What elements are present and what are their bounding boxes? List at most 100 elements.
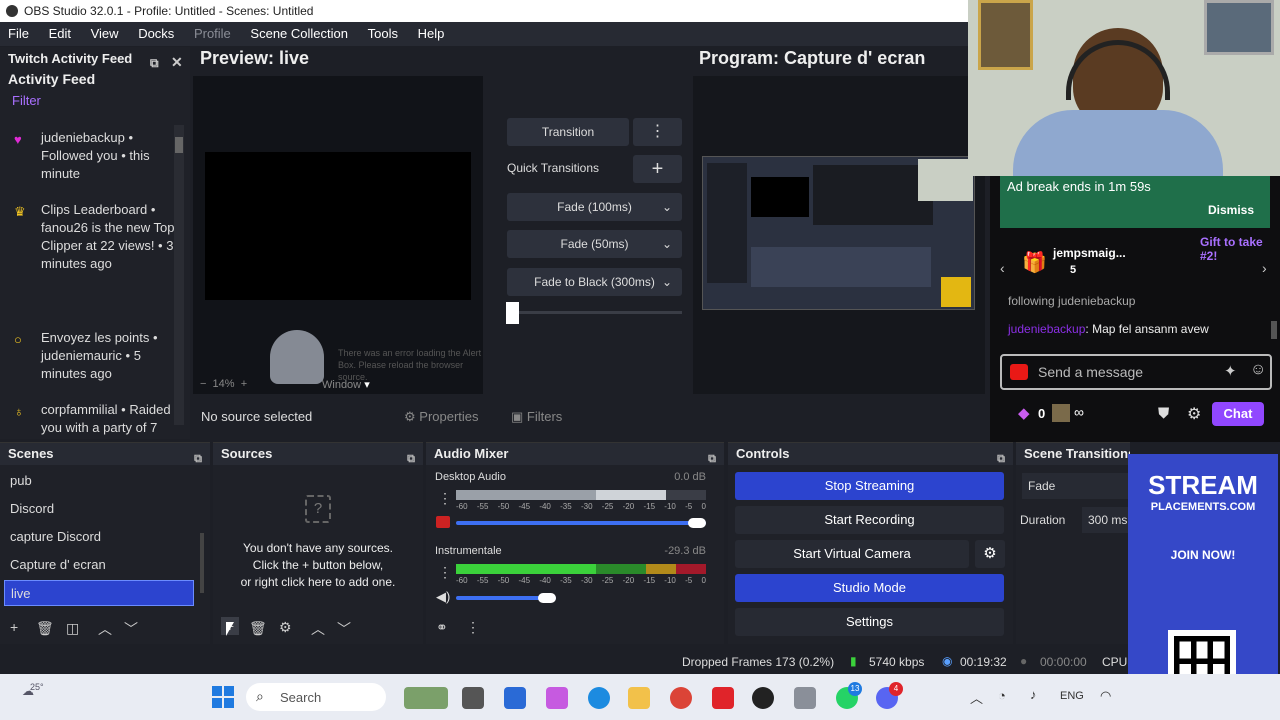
notification-badge: 13: [848, 682, 862, 696]
anydesk-icon[interactable]: [712, 687, 734, 709]
scene-item[interactable]: capture Discord: [4, 524, 194, 550]
scene-item[interactable]: pub: [4, 468, 194, 494]
menu-tools[interactable]: Tools: [360, 22, 406, 46]
mixer-settings-icon[interactable]: ⚭: [436, 619, 448, 636]
network-icon[interactable]: ◔: [998, 688, 1006, 703]
microphone-icon[interactable]: ♪: [1030, 687, 1037, 702]
shield-icon[interactable]: ⛊: [1158, 405, 1169, 422]
chat-scrollbar[interactable]: [1271, 321, 1277, 339]
menu-docks[interactable]: Docks: [130, 22, 182, 46]
transition-select[interactable]: Fade: [1022, 473, 1130, 499]
gift-user[interactable]: jempsmaig...: [1053, 246, 1126, 260]
menu-scene-collection[interactable]: Scene Collection: [242, 22, 356, 46]
scene-item[interactable]: Discord: [4, 496, 194, 522]
scenes-header: Scenes ⧉: [0, 443, 210, 465]
app-icon[interactable]: [794, 687, 816, 709]
chevron-down-icon[interactable]: ﹀: [124, 619, 138, 639]
chat-button[interactable]: Chat: [1212, 402, 1264, 426]
menu-help[interactable]: Help: [410, 22, 453, 46]
gear-icon[interactable]: ⚙: [1187, 404, 1201, 424]
start-virtual-camera-button[interactable]: Start Virtual Camera: [735, 540, 969, 568]
volume-slider-handle[interactable]: [538, 593, 556, 603]
taskbar-search[interactable]: ⌕ Search: [246, 683, 386, 711]
transition-button[interactable]: Transition: [507, 118, 629, 146]
emoji-icon[interactable]: ☺: [1250, 361, 1266, 379]
sparkle-icon[interactable]: ✦: [1224, 362, 1237, 380]
close-icon[interactable]: ✕: [171, 50, 183, 74]
edge-icon[interactable]: [588, 687, 610, 709]
scene-item[interactable]: Capture d' ecran: [4, 552, 194, 578]
start-recording-button[interactable]: Start Recording: [735, 506, 1004, 534]
file-explorer-icon[interactable]: [628, 687, 650, 709]
volume-slider[interactable]: [456, 521, 706, 525]
duration-field[interactable]: 300 ms: [1082, 507, 1130, 533]
copilot-icon[interactable]: [546, 687, 568, 709]
channel-menu-icon[interactable]: ⋮: [438, 490, 452, 507]
quick-transition-2[interactable]: Fade (50ms) ⌄: [507, 230, 682, 258]
scene-item-selected[interactable]: live: [4, 580, 194, 606]
more-menu-icon[interactable]: ⋮: [466, 619, 480, 636]
preview-source-area[interactable]: [205, 152, 471, 300]
scene-transitions-header: Scene Transitions: [1016, 443, 1130, 465]
dismiss-button[interactable]: Dismiss: [1208, 203, 1254, 217]
menu-view[interactable]: View: [83, 22, 127, 46]
channel-menu-icon[interactable]: ⋮: [438, 564, 452, 581]
popout-icon[interactable]: ⧉: [194, 448, 202, 470]
stop-streaming-button[interactable]: Stop Streaming: [735, 472, 1004, 500]
tbar-handle[interactable]: [506, 302, 519, 324]
add-scene-icon[interactable]: +: [10, 619, 18, 635]
gear-icon[interactable]: ⚙: [279, 619, 292, 636]
trash-icon[interactable]: 🗑: [36, 620, 54, 637]
channel-points-icon[interactable]: ◆: [1018, 404, 1030, 422]
menu-profile[interactable]: Profile: [186, 22, 239, 46]
mute-speaker-icon[interactable]: [436, 516, 450, 528]
more-menu-icon[interactable]: ⋮: [633, 118, 682, 146]
menu-file[interactable]: File: [0, 22, 37, 46]
widgets-icon[interactable]: [404, 687, 448, 709]
menu-edit[interactable]: Edit: [41, 22, 79, 46]
wifi-icon[interactable]: ◠: [1100, 688, 1111, 704]
add-transition-button[interactable]: +: [633, 155, 682, 183]
obs-icon[interactable]: [752, 687, 774, 709]
chevron-down-icon[interactable]: ﹀: [337, 619, 351, 639]
filters-button[interactable]: ▣ Filters: [511, 409, 562, 425]
gift-promo[interactable]: Gift to take #2!: [1200, 235, 1264, 263]
filter-link[interactable]: Filter: [0, 87, 190, 108]
record-time: 00:00:00: [1040, 655, 1087, 669]
speaker-icon[interactable]: ◀): [436, 589, 450, 605]
task-view-icon[interactable]: [462, 687, 484, 709]
filter-icon[interactable]: ◫: [66, 620, 79, 637]
language-indicator[interactable]: ENG: [1060, 690, 1084, 702]
gear-icon[interactable]: ⚙: [975, 540, 1005, 568]
circle-icon: ○: [14, 332, 22, 347]
activity-feed-subheader: Activity Feed: [8, 71, 96, 87]
chevron-up-icon[interactable]: ︿: [311, 619, 325, 639]
chrome-icon[interactable]: [670, 687, 692, 709]
message-input[interactable]: Send a message ✦ ☺: [1000, 354, 1272, 390]
chevron-down-icon: ⌄: [661, 200, 672, 214]
popout-icon[interactable]: ⧉: [150, 51, 159, 75]
volume-slider-handle[interactable]: [688, 518, 706, 528]
windows-start-icon[interactable]: [212, 686, 234, 708]
settings-button[interactable]: Settings: [735, 608, 1004, 636]
quick-transition-3[interactable]: Fade to Black (300ms) ⌄: [507, 268, 682, 296]
chevron-up-icon[interactable]: ︿: [98, 619, 112, 639]
popout-icon[interactable]: ⧉: [997, 448, 1005, 470]
window-title: OBS Studio 32.0.1 - Profile: Untitled - …: [24, 4, 314, 18]
scrollbar-thumb[interactable]: [175, 137, 183, 153]
store-icon[interactable]: [504, 687, 526, 709]
studio-mode-button[interactable]: Studio Mode: [735, 574, 1004, 602]
popout-icon[interactable]: ⧉: [407, 448, 415, 470]
popout-icon[interactable]: ⧉: [708, 448, 716, 470]
scenes-scrollbar[interactable]: [200, 533, 204, 593]
trash-icon[interactable]: 🗑: [249, 620, 267, 637]
quick-transition-1[interactable]: Fade (100ms) ⌄: [507, 193, 682, 221]
tbar-slider[interactable]: [507, 311, 682, 314]
properties-button[interactable]: ⚙ Properties: [404, 409, 479, 425]
chevron-up-icon[interactable]: ︿: [970, 688, 983, 707]
chevron-left-icon[interactable]: ‹: [1000, 260, 1005, 276]
quick-transitions-label: Quick Transitions: [507, 161, 600, 175]
meter-scale: -60 -55 -50 -45 -40 -35 -30 -25 -20 -15 -10 -5 0: [456, 502, 706, 511]
sources-dock[interactable]: Sources ⧉ ? You don't have any sources. C…: [213, 442, 423, 644]
chevron-right-icon[interactable]: ›: [1262, 260, 1267, 276]
